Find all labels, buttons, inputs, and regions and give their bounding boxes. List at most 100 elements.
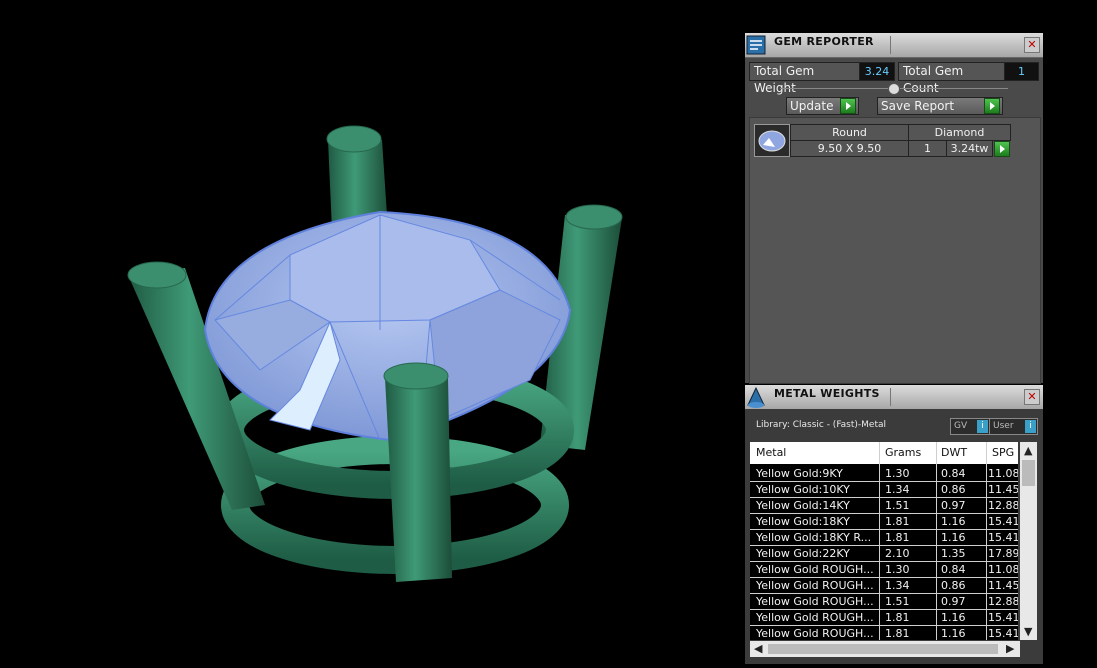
table-row[interactable]: Yellow Gold:10KY 1.34 0.86 11.45 [750,482,1018,498]
library-label: Library: Classic - (Fast)-Metal [756,420,887,430]
column-header-metal[interactable]: Metal [756,446,786,459]
table-cell: 11.45 [988,483,1018,496]
table-cell: Yellow Gold:10KY [756,483,850,496]
metal-weights-table: Metal Grams DWT SPG Yellow Gold:9KY 1.30 0… [750,442,1018,640]
vertical-scrollbar[interactable]: ▲ ▼ [1020,442,1037,640]
table-cell: 11.08 [988,563,1018,576]
table-row[interactable]: Yellow Gold ROUGH... 1.51 0.97 12.88 [750,594,1018,610]
table-cell: Yellow Gold ROUGH... [756,627,874,640]
metal-weights-title: METAL WEIGHTS [774,387,880,400]
play-icon [840,98,856,114]
table-row[interactable]: Yellow Gold:14KY 1.51 0.97 12.88 [750,498,1018,514]
table-cell: 0.97 [941,499,966,512]
table-cell: 1.81 [885,611,910,624]
total-gem-count-label: Total Gem Count [898,62,1006,95]
table-cell: Yellow Gold ROUGH... [756,611,874,624]
save-report-button[interactable]: Save Report [877,97,1003,115]
table-cell: 1.16 [941,515,966,528]
table-row[interactable]: Yellow Gold:18KY R... 1.81 1.16 15.41 [750,530,1018,546]
table-header: Metal Grams DWT SPG [750,442,1018,464]
cone-icon [745,385,767,409]
table-cell: 12.88 [988,499,1018,512]
gv-toggle-label: GV [954,421,968,431]
collapse-icon[interactable] [888,83,900,95]
gem-thumbnail[interactable] [754,124,790,157]
column-header-spg[interactable]: SPG [992,446,1014,459]
gem-list-area [749,117,1041,384]
table-cell: 0.84 [941,563,966,576]
table-row[interactable]: Yellow Gold:18KY 1.81 1.16 15.41 [750,514,1018,530]
gem-detail-play-icon[interactable] [994,141,1010,157]
table-cell: 11.08 [988,467,1018,480]
table-cell: 1.81 [885,627,910,640]
close-icon[interactable]: ✕ [1024,37,1040,53]
table-cell: 0.84 [941,467,966,480]
gem-material: Diamond [908,124,1011,141]
table-cell: 2.10 [885,547,910,560]
table-cell: Yellow Gold:18KY [756,515,850,528]
gv-toggle[interactable]: GV i [950,418,990,435]
table-cell: Yellow Gold:18KY R... [756,531,872,544]
table-cell: 1.16 [941,627,966,640]
scroll-thumb[interactable] [768,644,998,654]
total-gem-weight-label: Total Gem Weight [749,62,860,95]
close-icon[interactable]: ✕ [1024,389,1040,405]
table-cell: 1.34 [885,579,910,592]
play-icon [984,98,1000,114]
table-cell: 1.16 [941,531,966,544]
table-cell: 12.88 [988,595,1018,608]
table-cell: Yellow Gold ROUGH... [756,563,874,576]
update-button[interactable]: Update [786,97,859,115]
table-row[interactable]: Yellow Gold ROUGH... 1.30 0.84 11.08 [750,562,1018,578]
3d-viewport[interactable] [0,0,740,664]
table-cell: 1.30 [885,467,910,480]
table-row[interactable]: Yellow Gold:22KY 2.10 1.35 17.89 [750,546,1018,562]
report-icon [745,33,767,57]
scroll-up-icon[interactable]: ▲ [1024,444,1032,457]
table-cell: Yellow Gold:9KY [756,467,843,480]
table-cell: 1.16 [941,611,966,624]
gem-reporter-titlebar[interactable]: GEM REPORTER ✕ [745,33,1043,58]
table-cell: Yellow Gold ROUGH... [756,595,874,608]
info-icon: i [1025,420,1036,433]
table-cell: 0.97 [941,595,966,608]
user-toggle-label: User [993,421,1014,431]
table-cell: 1.35 [941,547,966,560]
column-header-grams[interactable]: Grams [885,446,921,459]
scroll-thumb[interactable] [1022,460,1035,486]
table-cell: 1.81 [885,515,910,528]
table-cell: Yellow Gold:14KY [756,499,850,512]
table-cell: 1.51 [885,595,910,608]
metal-weights-titlebar-wrap: METAL WEIGHTS ✕ [745,385,1043,410]
gem-reporter-title: GEM REPORTER [774,35,874,48]
table-cell: 0.86 [941,579,966,592]
gem-count: 1 [908,140,947,157]
table-cell: Yellow Gold ROUGH... [756,579,874,592]
metal-weights-titlebar[interactable]: METAL WEIGHTS ✕ [745,385,1043,410]
table-cell: 15.41 [988,627,1018,640]
table-cell: 0.86 [941,483,966,496]
table-row[interactable]: Yellow Gold ROUGH... 1.81 1.16 15.41 [750,626,1018,640]
table-cell: 1.81 [885,531,910,544]
update-button-label: Update [790,99,834,113]
scroll-left-icon[interactable]: ◀ [754,642,762,655]
table-cell: Yellow Gold:22KY [756,547,850,560]
save-report-button-label: Save Report [881,99,955,113]
gem-size: 9.50 X 9.50 [790,140,909,157]
horizontal-scrollbar[interactable]: ◀ ▶ [750,641,1020,657]
info-icon: i [977,420,988,433]
table-row[interactable]: Yellow Gold:9KY 1.30 0.84 11.08 [750,466,1018,482]
ring-setting-render [127,125,623,582]
table-cell: 1.30 [885,563,910,576]
scroll-down-icon[interactable]: ▼ [1024,625,1032,638]
gem-shape: Round [790,124,909,141]
column-header-dwt[interactable]: DWT [941,446,967,459]
table-row[interactable]: Yellow Gold ROUGH... 1.81 1.16 15.41 [750,610,1018,626]
table-row[interactable]: Yellow Gold ROUGH... 1.34 0.86 11.45 [750,578,1018,594]
user-toggle[interactable]: User i [989,418,1038,435]
total-gem-weight-value: 3.24 [859,62,895,81]
table-cell: 15.41 [988,531,1018,544]
scroll-right-icon[interactable]: ▶ [1006,642,1014,655]
table-cell: 11.45 [988,579,1018,592]
table-cell: 17.89 [988,547,1018,560]
